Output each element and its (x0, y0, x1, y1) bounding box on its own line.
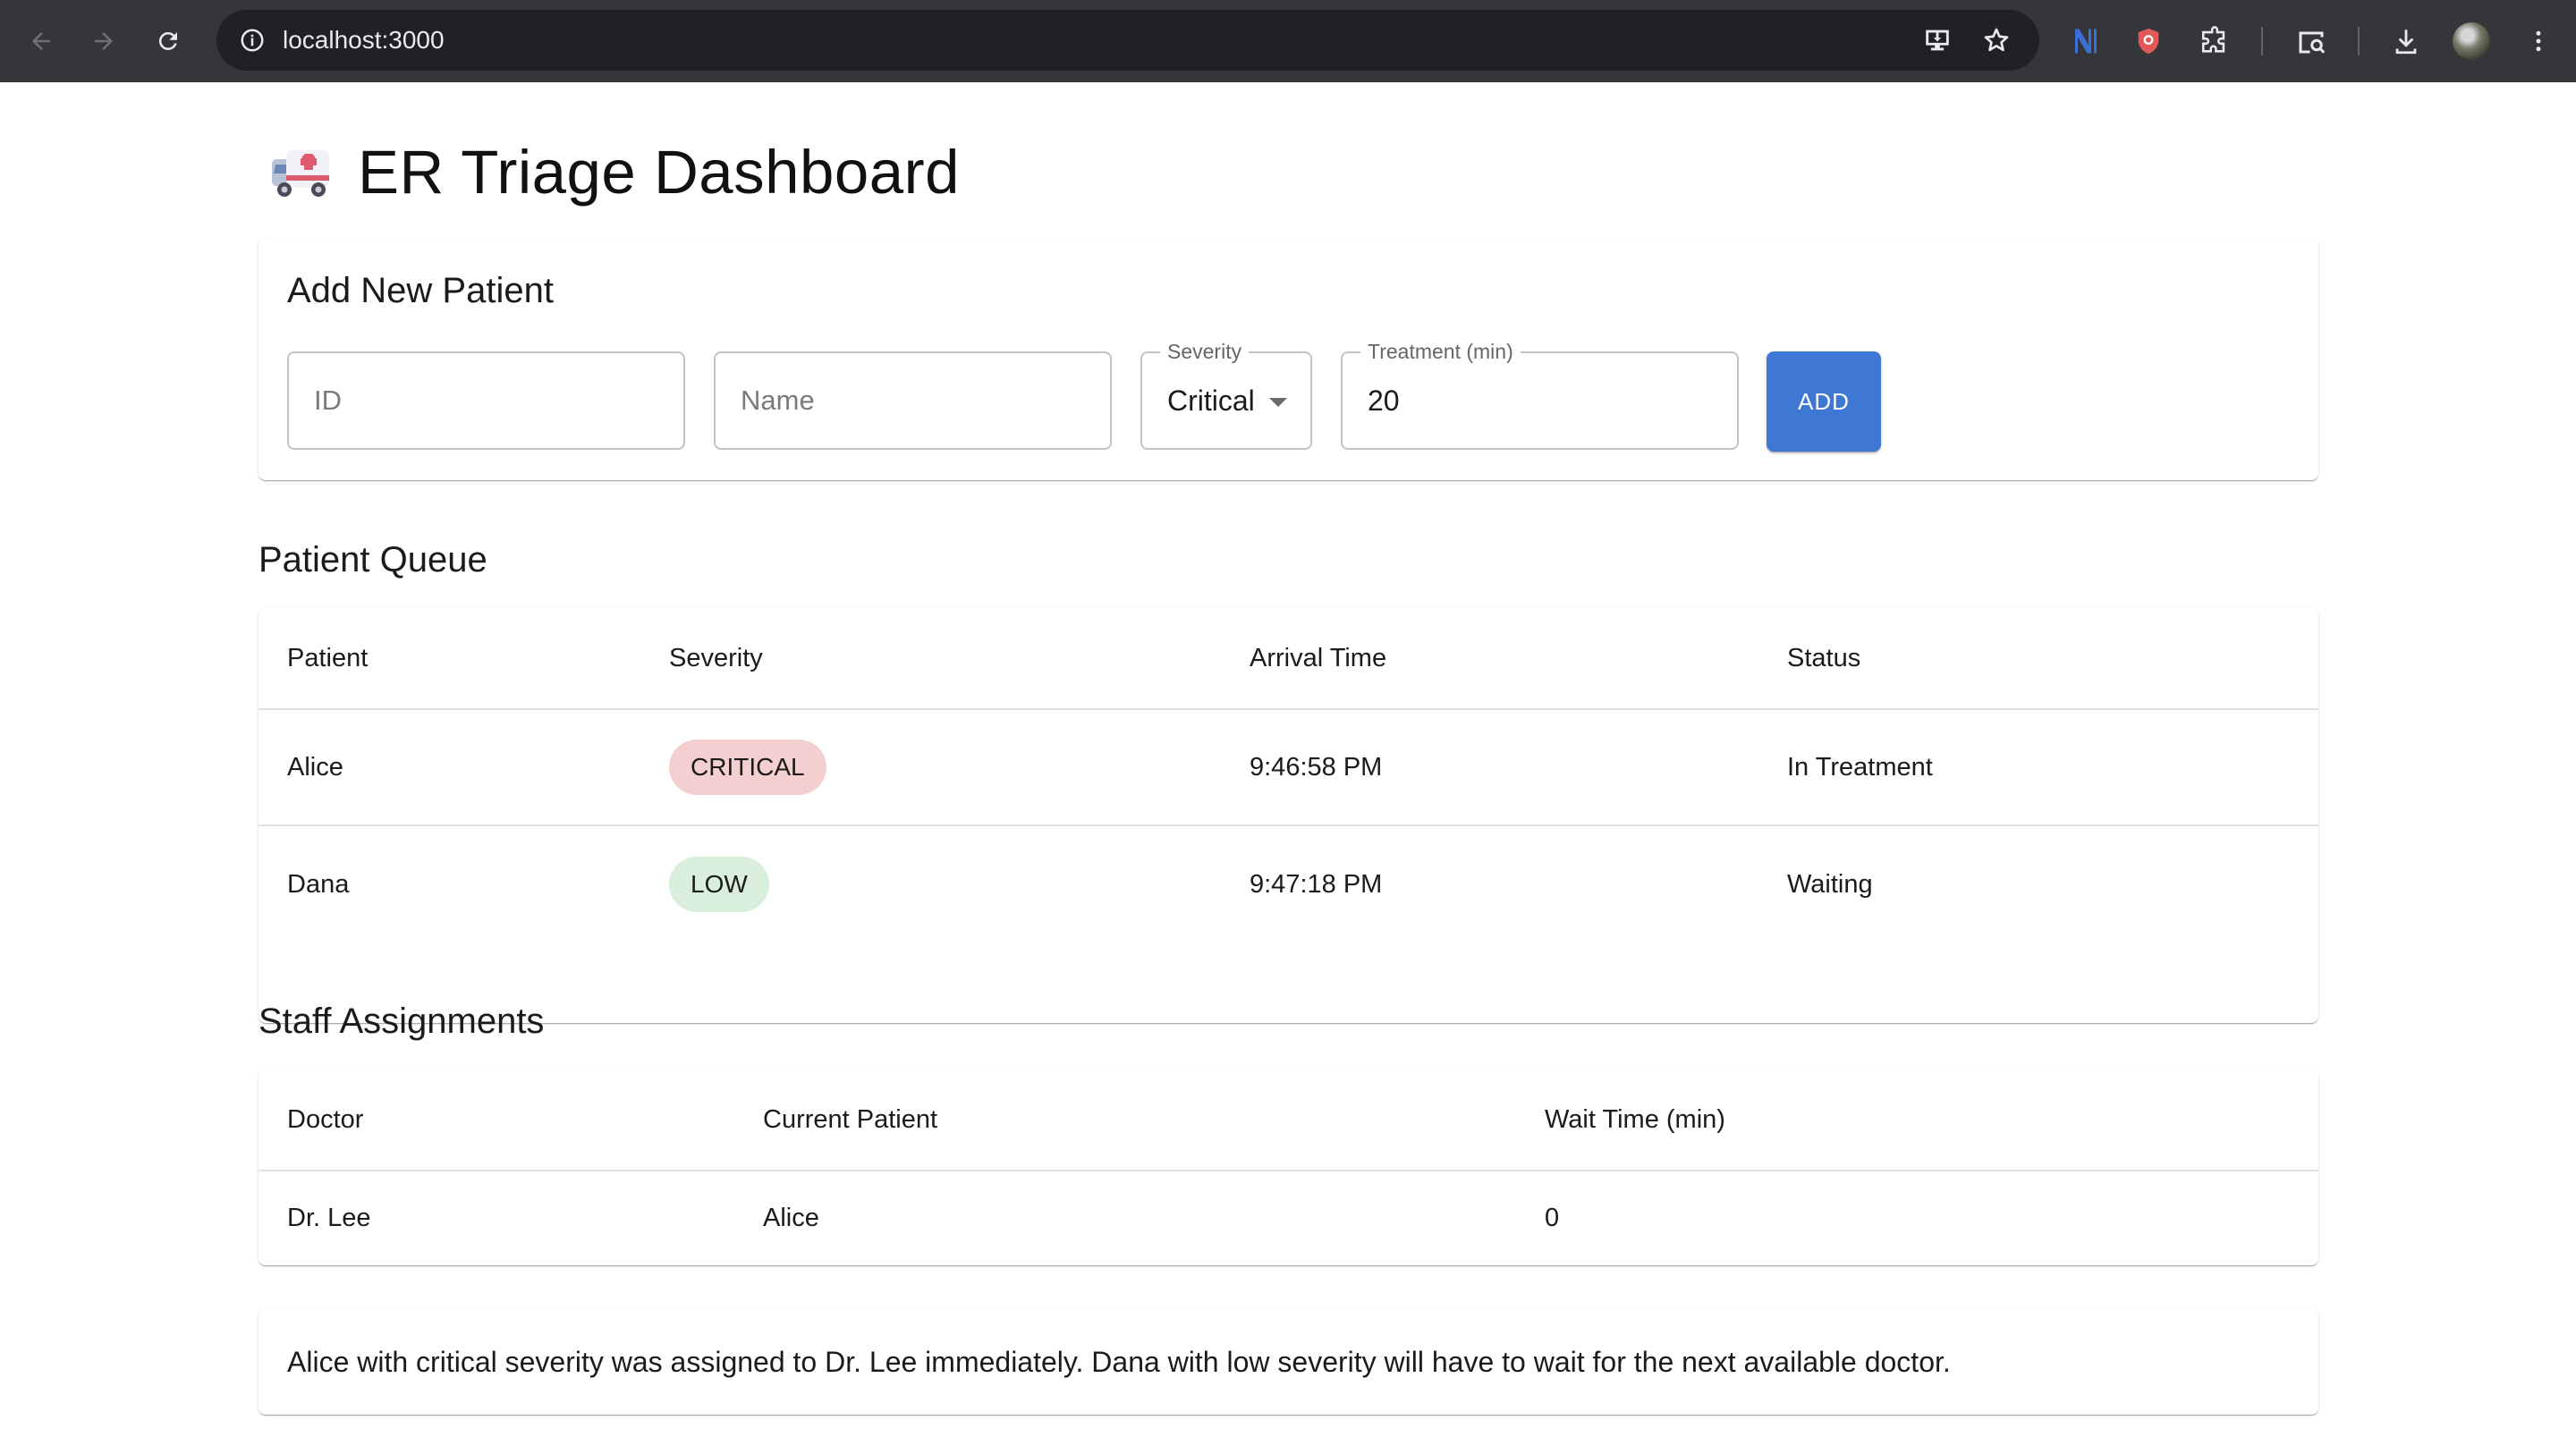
patient-queue-table: Patient Severity Arrival Time Status Ali… (258, 608, 2318, 1023)
downloads-icon[interactable] (2383, 18, 2429, 64)
doctor-name: Dr. Lee (287, 1204, 371, 1232)
name-placeholder: Name (741, 385, 815, 416)
tab-search-icon[interactable] (2288, 18, 2334, 64)
chevron-down-icon (1269, 398, 1287, 407)
install-app-icon[interactable] (1916, 19, 1959, 62)
bookmark-star-icon[interactable] (1975, 19, 2018, 62)
table-header-row: Patient Severity Arrival Time Status (258, 608, 2318, 710)
column-header: Status (1787, 643, 1861, 672)
back-icon[interactable] (20, 20, 63, 63)
status-text: Waiting (1787, 869, 1873, 899)
toolbar-divider (2358, 27, 2360, 55)
add-patient-title: Add New Patient (287, 271, 554, 310)
table-row: Dr. Lee Alice 0 (258, 1171, 2318, 1265)
table-row: Alice CRITICAL 9:46:58 PM In Treatment (258, 710, 2318, 826)
extensions-puzzle-icon[interactable] (2191, 18, 2238, 64)
severity-cell: CRITICAL (669, 710, 826, 824)
column-header: Arrival Time (1250, 643, 1387, 672)
arrival-time: 9:46:58 PM (1250, 752, 1383, 782)
column-header: Current Patient (763, 1104, 938, 1134)
more-menu-icon[interactable] (2515, 18, 2562, 64)
add-patient-button[interactable]: ADD (1767, 351, 1881, 452)
column-header: Wait Time (min) (1545, 1104, 1725, 1134)
summary-text: Alice with critical severity was assigne… (287, 1346, 1951, 1378)
wait-time: 0 (1545, 1204, 1560, 1232)
patient-name: Dana (287, 869, 350, 899)
dashboard-title: ER Triage Dashboard (358, 137, 961, 207)
status-text: In Treatment (1787, 752, 1933, 782)
id-input[interactable]: ID (287, 351, 685, 450)
current-patient: Alice (763, 1204, 819, 1232)
patient-name: Alice (287, 752, 343, 782)
ambulance-icon (272, 150, 329, 197)
treatment-input[interactable]: Treatment (min) 20 (1341, 339, 1739, 450)
browser-toolbar: localhost:3000 (0, 0, 2576, 82)
url-text[interactable]: localhost:3000 (283, 10, 445, 71)
page-content: ER Triage Dashboard Add New Patient ID N… (0, 82, 2576, 1454)
site-info-icon[interactable] (231, 19, 274, 62)
severity-value: Critical (1167, 385, 1255, 417)
toolbar-divider (2261, 27, 2263, 55)
column-header: Severity (669, 643, 763, 672)
table-row: Dana LOW 9:47:18 PM Waiting (258, 826, 2318, 943)
n-extension-icon[interactable] (2063, 18, 2109, 64)
summary-card: Alice with critical severity was assigne… (258, 1309, 2318, 1415)
treatment-value: 20 (1368, 385, 1400, 417)
profile-avatar[interactable] (2453, 22, 2490, 60)
severity-cell: LOW (669, 826, 769, 943)
staff-assignments-title: Staff Assignments (258, 1002, 545, 1041)
staff-assignments-table: Doctor Current Patient Wait Time (min) D… (258, 1069, 2318, 1265)
patient-queue-title: Patient Queue (258, 540, 487, 579)
reload-icon[interactable] (147, 20, 190, 63)
address-bar[interactable]: localhost:3000 (216, 10, 2039, 71)
id-placeholder: ID (314, 385, 342, 416)
column-header: Patient (287, 643, 369, 672)
arrival-time: 9:47:18 PM (1250, 869, 1383, 899)
page-title: ER Triage Dashboard (268, 131, 960, 212)
name-input[interactable]: Name (714, 351, 1112, 450)
severity-chip-critical: CRITICAL (669, 740, 826, 795)
column-header: Doctor (287, 1104, 364, 1134)
shield-extension-icon[interactable] (2125, 18, 2172, 64)
severity-chip-low: LOW (669, 857, 769, 912)
forward-icon[interactable] (82, 20, 125, 63)
table-header-row: Doctor Current Patient Wait Time (min) (258, 1069, 2318, 1171)
severity-select[interactable]: Severity Critical (1140, 339, 1312, 450)
